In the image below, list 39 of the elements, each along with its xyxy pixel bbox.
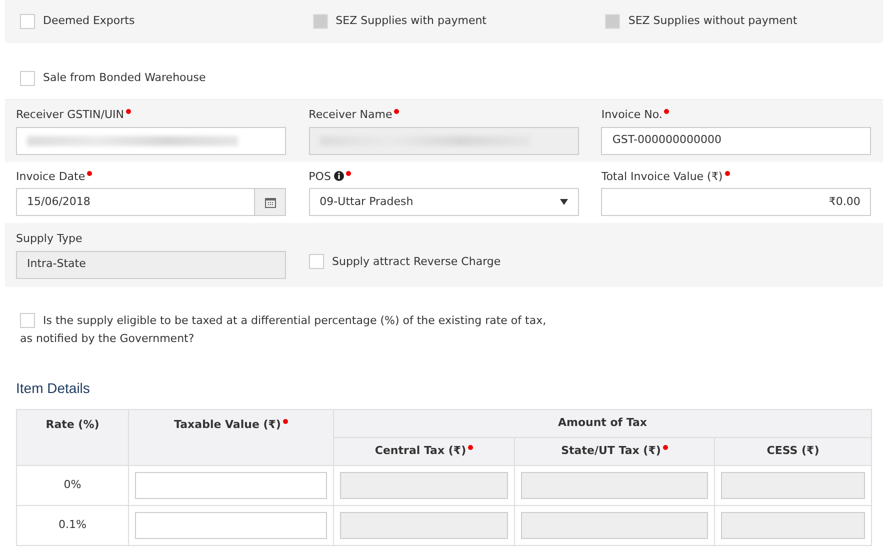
input-field[interactable] xyxy=(135,472,327,498)
checkbox-label: Sale from Bonded Warehouse xyxy=(43,70,206,86)
section-title: Item Details xyxy=(16,378,91,398)
checkbox[interactable] xyxy=(20,70,35,86)
input-field[interactable] xyxy=(135,512,327,538)
calendar-icon xyxy=(264,196,276,208)
info-icon[interactable] xyxy=(334,170,344,180)
calendar-button[interactable] xyxy=(254,189,285,215)
table-cell: 0.1% xyxy=(16,505,128,545)
field-label: Receiver GSTIN/UIN xyxy=(16,107,124,123)
checkbox-label: Deemed Exports xyxy=(43,13,135,30)
column-header: CESS (₹) xyxy=(714,437,872,465)
checkbox[interactable] xyxy=(20,14,35,29)
field-label: Supply Type xyxy=(16,231,82,247)
checkbox-label: Supply attract Reverse Charge xyxy=(332,254,501,270)
checkbox-label: Is the supply eligible to be taxed at a differential percentage (%) of the existing rate of tax, xyxy=(43,312,546,328)
field-label: POS xyxy=(308,168,331,184)
column-header: State/UT Tax (₹) xyxy=(514,437,714,465)
field-label: Invoice Date xyxy=(16,168,86,184)
field-label: Receiver Name xyxy=(308,107,392,123)
column-header: Central Tax (₹) xyxy=(334,437,514,465)
checkbox-label: SEZ Supplies with payment xyxy=(336,13,486,30)
dropdown-arrow-icon[interactable] xyxy=(560,199,568,205)
input-field: Intra-State xyxy=(16,250,286,278)
select-field[interactable]: 09-Uttar Pradesh xyxy=(308,188,579,216)
date-field[interactable]: 15/06/2018 xyxy=(16,188,286,216)
checkbox[interactable] xyxy=(20,313,35,328)
column-header: Taxable Value (₹) xyxy=(128,409,334,465)
table-cell: 0% xyxy=(16,465,128,505)
input-field[interactable]: ₹0.00 xyxy=(601,188,872,216)
field-label: Total Invoice Value (₹) xyxy=(601,168,723,184)
checkbox-label: as notified by the Government? xyxy=(20,331,196,347)
checkbox-label: SEZ Supplies without payment xyxy=(628,13,798,30)
column-header: Rate (%) xyxy=(16,409,128,465)
checkbox[interactable] xyxy=(309,254,324,270)
field-label: Invoice No. xyxy=(601,107,662,123)
input-field[interactable] xyxy=(16,126,286,154)
input-field[interactable]: GST-000000000000 xyxy=(601,126,872,154)
column-header: Amount of Tax xyxy=(334,409,872,437)
